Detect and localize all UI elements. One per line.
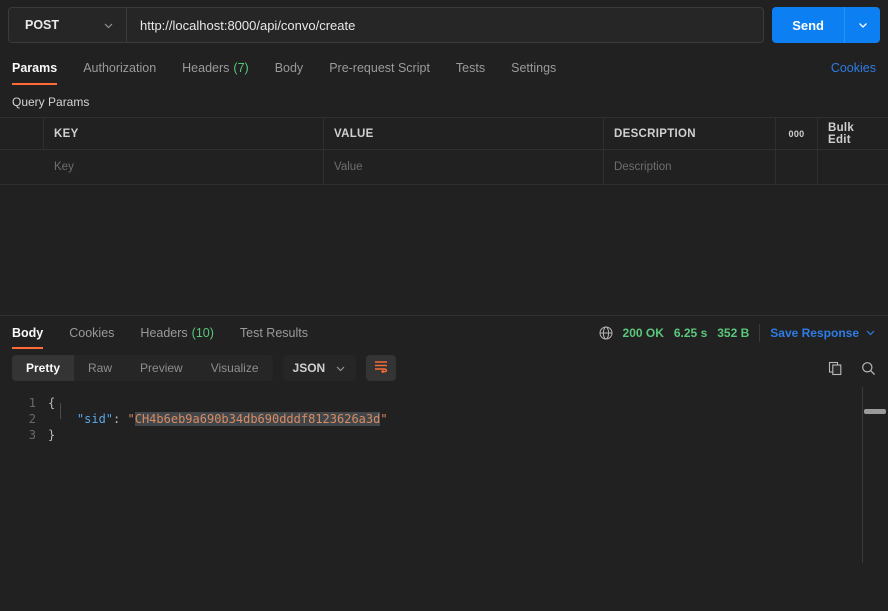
view-mode-pretty[interactable]: Pretty bbox=[12, 355, 75, 381]
json-string-value[interactable]: CH4b6eb9a690b34db690dddf8123626a3d bbox=[134, 412, 381, 426]
horizontal-scrollbar-thumb[interactable] bbox=[864, 409, 886, 414]
line-number: 3 bbox=[28, 428, 36, 442]
word-wrap-toggle[interactable] bbox=[366, 355, 397, 381]
row-spacer-end bbox=[818, 150, 888, 184]
tab-label: Tests bbox=[455, 60, 486, 75]
select-all-checkbox-cell[interactable] bbox=[0, 118, 44, 149]
response-format-value: JSON bbox=[292, 361, 326, 375]
tab-headers[interactable]: Headers (7) bbox=[169, 50, 262, 85]
tab-label: Headers bbox=[182, 60, 230, 75]
param-value-input[interactable]: Value bbox=[324, 150, 604, 184]
status-code: 200 OK bbox=[622, 325, 664, 340]
cookies-link[interactable]: Cookies bbox=[831, 50, 876, 85]
response-format-select[interactable]: JSON bbox=[282, 355, 357, 381]
response-body-toolbar: Pretty Raw Preview Visualize JSON bbox=[0, 349, 888, 387]
globe-icon bbox=[599, 326, 613, 340]
send-button-group: Send bbox=[772, 7, 880, 43]
code-line: 2 "sid": "CH4b6eb9a690b34db690dddf812362… bbox=[0, 411, 888, 427]
response-tab-headers[interactable]: Headers (10) bbox=[127, 316, 226, 349]
save-response-label: Save Response bbox=[770, 325, 859, 340]
response-body-code[interactable]: 1 { 2 "sid": "CH4b6eb9a690b34db690dddf81… bbox=[0, 387, 888, 563]
table-row: Key Value Description bbox=[0, 150, 888, 184]
search-icon[interactable] bbox=[861, 361, 876, 376]
bulk-edit-button[interactable]: Bulk Edit bbox=[818, 118, 888, 149]
tab-authorization[interactable]: Authorization bbox=[70, 50, 169, 85]
tab-label: Params bbox=[12, 60, 58, 75]
chevron-down-icon bbox=[857, 19, 869, 31]
json-quote-open: " bbox=[127, 412, 135, 426]
tab-label: Settings bbox=[511, 60, 557, 75]
more-options-icon[interactable]: 000 bbox=[776, 118, 818, 149]
view-mode-preview[interactable]: Preview bbox=[126, 355, 197, 381]
word-wrap-icon bbox=[373, 359, 389, 378]
column-header-description: DESCRIPTION bbox=[604, 118, 776, 149]
meta-divider bbox=[759, 323, 761, 342]
code-line-text: } bbox=[48, 427, 55, 443]
chevron-down-icon bbox=[865, 327, 876, 338]
tab-tests[interactable]: Tests bbox=[443, 50, 498, 85]
line-number: 1 bbox=[28, 396, 36, 410]
response-size: 352 B bbox=[717, 325, 750, 340]
code-line-text: { bbox=[48, 395, 55, 411]
tab-label: Headers bbox=[140, 325, 188, 340]
json-colon: : bbox=[113, 412, 128, 426]
tab-label: Body bbox=[12, 325, 44, 340]
response-tabs: Body Cookies Headers (10) Test Results 2… bbox=[0, 316, 888, 349]
view-mode-visualize[interactable]: Visualize bbox=[197, 355, 273, 381]
code-line: 1 { bbox=[0, 395, 888, 411]
http-method-value: POST bbox=[25, 18, 60, 32]
url-input-group: POST http://localhost:8000/api/convo/cre… bbox=[8, 7, 765, 43]
json-key: "sid" bbox=[76, 412, 114, 426]
tab-label: Authorization bbox=[83, 60, 157, 75]
chevron-down-icon bbox=[335, 363, 346, 374]
response-meta: 200 OK 6.25 s 352 B Save Response bbox=[599, 316, 876, 349]
code-panel-divider bbox=[862, 387, 863, 563]
tab-pre-request-script[interactable]: Pre-request Script bbox=[316, 50, 443, 85]
copy-icon[interactable] bbox=[828, 361, 843, 376]
response-tab-test-results[interactable]: Test Results bbox=[227, 316, 321, 349]
code-line: 3 } bbox=[0, 427, 888, 443]
response-time: 6.25 s bbox=[673, 325, 708, 340]
tab-params[interactable]: Params bbox=[12, 50, 70, 85]
tab-count: (10) bbox=[191, 325, 214, 340]
send-options-button[interactable] bbox=[844, 7, 880, 43]
close-brace: } bbox=[48, 428, 56, 442]
request-empty-area bbox=[0, 185, 888, 315]
row-checkbox-cell[interactable] bbox=[0, 150, 44, 184]
column-header-key: KEY bbox=[44, 118, 324, 149]
tab-body[interactable]: Body bbox=[262, 50, 317, 85]
response-tab-cookies[interactable]: Cookies bbox=[56, 316, 127, 349]
tab-label: Pre-request Script bbox=[329, 60, 430, 75]
param-description-input[interactable]: Description bbox=[604, 150, 776, 184]
table-header-row: KEY VALUE DESCRIPTION 000 Bulk Edit bbox=[0, 118, 888, 150]
chevron-down-icon bbox=[103, 20, 114, 31]
tab-label: Body bbox=[274, 60, 304, 75]
param-key-input[interactable]: Key bbox=[44, 150, 324, 184]
view-mode-raw[interactable]: Raw bbox=[74, 355, 126, 381]
row-spacer bbox=[776, 150, 818, 184]
send-button[interactable]: Send bbox=[772, 7, 844, 43]
view-mode-group: Pretty Raw Preview Visualize bbox=[12, 355, 273, 381]
code-line-text: "sid": "CH4b6eb9a690b34db690dddf8123626a… bbox=[48, 411, 388, 427]
tab-label: Cookies bbox=[69, 325, 115, 340]
request-tabs: Params Authorization Headers (7) Body Pr… bbox=[0, 50, 888, 85]
tab-label: Test Results bbox=[239, 325, 308, 340]
open-brace: { bbox=[48, 396, 56, 410]
column-header-value: VALUE bbox=[324, 118, 604, 149]
query-params-title: Query Params bbox=[12, 95, 90, 109]
tab-settings[interactable]: Settings bbox=[498, 50, 569, 85]
url-bar: POST http://localhost:8000/api/convo/cre… bbox=[0, 0, 888, 50]
request-url-input[interactable]: http://localhost:8000/api/convo/create bbox=[127, 8, 763, 42]
tab-count: (7) bbox=[233, 60, 249, 75]
line-number: 2 bbox=[28, 412, 36, 426]
json-quote-close: " bbox=[380, 412, 388, 426]
request-url-value: http://localhost:8000/api/convo/create bbox=[140, 17, 356, 33]
response-tab-body[interactable]: Body bbox=[12, 316, 56, 349]
http-method-select[interactable]: POST bbox=[9, 8, 127, 42]
query-params-table: KEY VALUE DESCRIPTION 000 Bulk Edit Key … bbox=[0, 117, 888, 185]
save-response-button[interactable]: Save Response bbox=[770, 326, 876, 340]
body-toolbar-right bbox=[828, 361, 876, 376]
